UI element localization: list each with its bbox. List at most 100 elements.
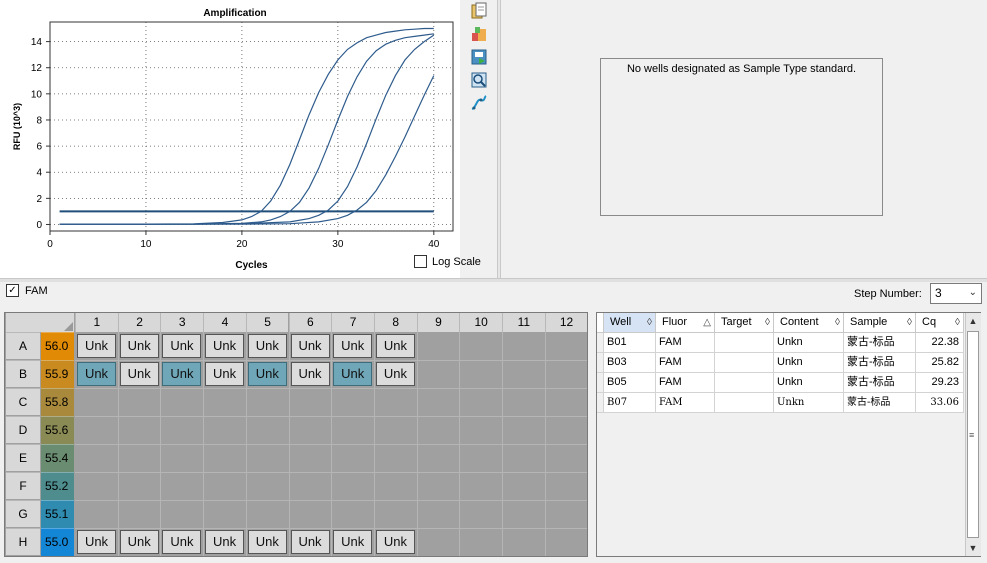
sort-icon[interactable]: ◊ [765, 313, 770, 332]
row-header-F[interactable]: F [6, 472, 40, 499]
column-header-6[interactable]: 6 [288, 313, 332, 332]
row-selector[interactable] [597, 393, 604, 413]
plate-well[interactable]: Unk [205, 530, 245, 554]
plate-well[interactable]: Unk [290, 362, 330, 386]
log-scale-checkbox[interactable] [414, 255, 427, 268]
cell-content[interactable]: Unkn [774, 373, 844, 393]
plate-well[interactable]: Unk [247, 530, 287, 554]
line-style-icon[interactable] [470, 94, 488, 112]
plate-well[interactable]: Unk [375, 530, 415, 554]
row-header-H[interactable]: H [6, 528, 40, 555]
plate-well[interactable]: Unk [119, 362, 159, 386]
scrollbar-thumb[interactable]: ≡ [967, 331, 979, 538]
plate-well[interactable]: Unk [77, 530, 116, 554]
plate-well[interactable]: Unk [290, 334, 330, 358]
vertical-splitter[interactable] [497, 0, 501, 278]
column-header-fluor[interactable]: Fluor △ [656, 313, 715, 333]
cell-cq[interactable]: 25.82 [916, 353, 964, 373]
column-header-sample[interactable]: Sample ◊ [844, 313, 916, 333]
cell-fluor[interactable]: FAM [656, 333, 715, 353]
row-header-G[interactable]: G [6, 500, 40, 527]
plate-well[interactable]: Unk [333, 334, 373, 358]
plate-well[interactable]: Unk [77, 362, 116, 386]
cell-content[interactable]: Unkn [774, 353, 844, 373]
row-header-C[interactable]: C [6, 388, 40, 415]
scroll-up-icon[interactable]: ▲ [966, 314, 980, 328]
plate-well[interactable]: Unk [375, 334, 415, 358]
sort-icon[interactable]: ◊ [955, 313, 960, 332]
cell-well[interactable]: B01 [604, 333, 656, 353]
cell-sample[interactable]: 蒙古-标品 [844, 393, 916, 413]
column-header-target[interactable]: Target ◊ [715, 313, 774, 333]
column-header-12[interactable]: 12 [544, 313, 588, 332]
plate-well[interactable]: Unk [333, 530, 373, 554]
cell-content[interactable]: Unkn [774, 393, 844, 413]
plate-well[interactable]: Unk [290, 530, 330, 554]
column-header-10[interactable]: 10 [459, 313, 502, 332]
cell-sample[interactable]: 蒙古-标品 [844, 333, 916, 353]
step-number-select[interactable]: 3 ⌄ [930, 283, 982, 304]
column-header-1[interactable]: 1 [75, 313, 118, 332]
column-header-cq[interactable]: Cq ◊ [916, 313, 964, 333]
cell-target[interactable] [715, 333, 774, 353]
plate-well[interactable]: Unk [162, 334, 202, 358]
sort-icon[interactable]: ◊ [835, 313, 840, 332]
cell-target[interactable] [715, 353, 774, 373]
plate-well[interactable]: Unk [162, 362, 202, 386]
cell-well[interactable]: B05 [604, 373, 656, 393]
cell-fluor[interactable]: FAM [656, 373, 715, 393]
column-header-5[interactable]: 5 [245, 313, 289, 332]
row-header-E[interactable]: E [6, 444, 40, 471]
log-scale-toggle[interactable]: Log Scale [414, 255, 481, 268]
column-header-8[interactable]: 8 [373, 313, 417, 332]
column-header-7[interactable]: 7 [331, 313, 374, 332]
cell-well[interactable]: B03 [604, 353, 656, 373]
cell-fluor[interactable]: FAM [656, 353, 715, 373]
row-selector[interactable] [597, 353, 604, 373]
cell-sample[interactable]: 蒙古-标品 [844, 373, 916, 393]
plate-well[interactable]: Unk [333, 362, 373, 386]
row-selector-header[interactable] [597, 313, 604, 333]
scroll-down-icon[interactable]: ▼ [966, 541, 980, 555]
plate-well[interactable]: Unk [375, 362, 415, 386]
copy-icon[interactable] [470, 2, 488, 20]
cell-content[interactable]: Unkn [774, 333, 844, 353]
cell-cq[interactable]: 29.23 [916, 373, 964, 393]
cell-well[interactable]: B07 [604, 393, 656, 413]
plate-well[interactable]: Unk [119, 530, 159, 554]
plate-well[interactable]: Unk [205, 362, 245, 386]
cell-cq[interactable]: 33.06 [916, 393, 964, 413]
cell-sample[interactable]: 蒙古-标品 [844, 353, 916, 373]
row-selector[interactable] [597, 373, 604, 393]
plate-well[interactable]: Unk [119, 334, 159, 358]
row-header-B[interactable]: B [6, 360, 40, 387]
plate-well[interactable]: Unk [247, 362, 287, 386]
cell-target[interactable] [715, 393, 774, 413]
cell-cq[interactable]: 22.38 [916, 333, 964, 353]
column-header-3[interactable]: 3 [160, 313, 204, 332]
save-image-icon[interactable] [470, 48, 488, 66]
fluor-filter[interactable]: ✓ FAM [6, 284, 48, 297]
sort-icon[interactable]: ◊ [907, 313, 912, 332]
column-header-content[interactable]: Content ◊ [774, 313, 844, 333]
cell-target[interactable] [715, 373, 774, 393]
column-header-2[interactable]: 2 [117, 313, 161, 332]
fam-checkbox[interactable]: ✓ [6, 284, 19, 297]
plate-well[interactable]: Unk [205, 334, 245, 358]
row-selector[interactable] [597, 333, 604, 353]
plate-well[interactable]: Unk [162, 530, 202, 554]
cell-fluor[interactable]: FAM [656, 393, 715, 413]
export-icon[interactable] [470, 25, 488, 43]
column-header-11[interactable]: 11 [502, 313, 545, 332]
zoom-icon[interactable] [470, 71, 488, 89]
plate-well[interactable]: Unk [77, 334, 116, 358]
column-header-4[interactable]: 4 [203, 313, 246, 332]
column-header-well[interactable]: Well ◊ [604, 313, 656, 333]
sort-icon[interactable]: △ [703, 313, 711, 332]
column-header-9[interactable]: 9 [416, 313, 460, 332]
row-header-A[interactable]: A [6, 332, 40, 359]
plate-well[interactable]: Unk [247, 334, 287, 358]
row-header-D[interactable]: D [6, 416, 40, 443]
horizontal-splitter[interactable] [0, 278, 987, 282]
sort-icon[interactable]: ◊ [647, 313, 652, 332]
